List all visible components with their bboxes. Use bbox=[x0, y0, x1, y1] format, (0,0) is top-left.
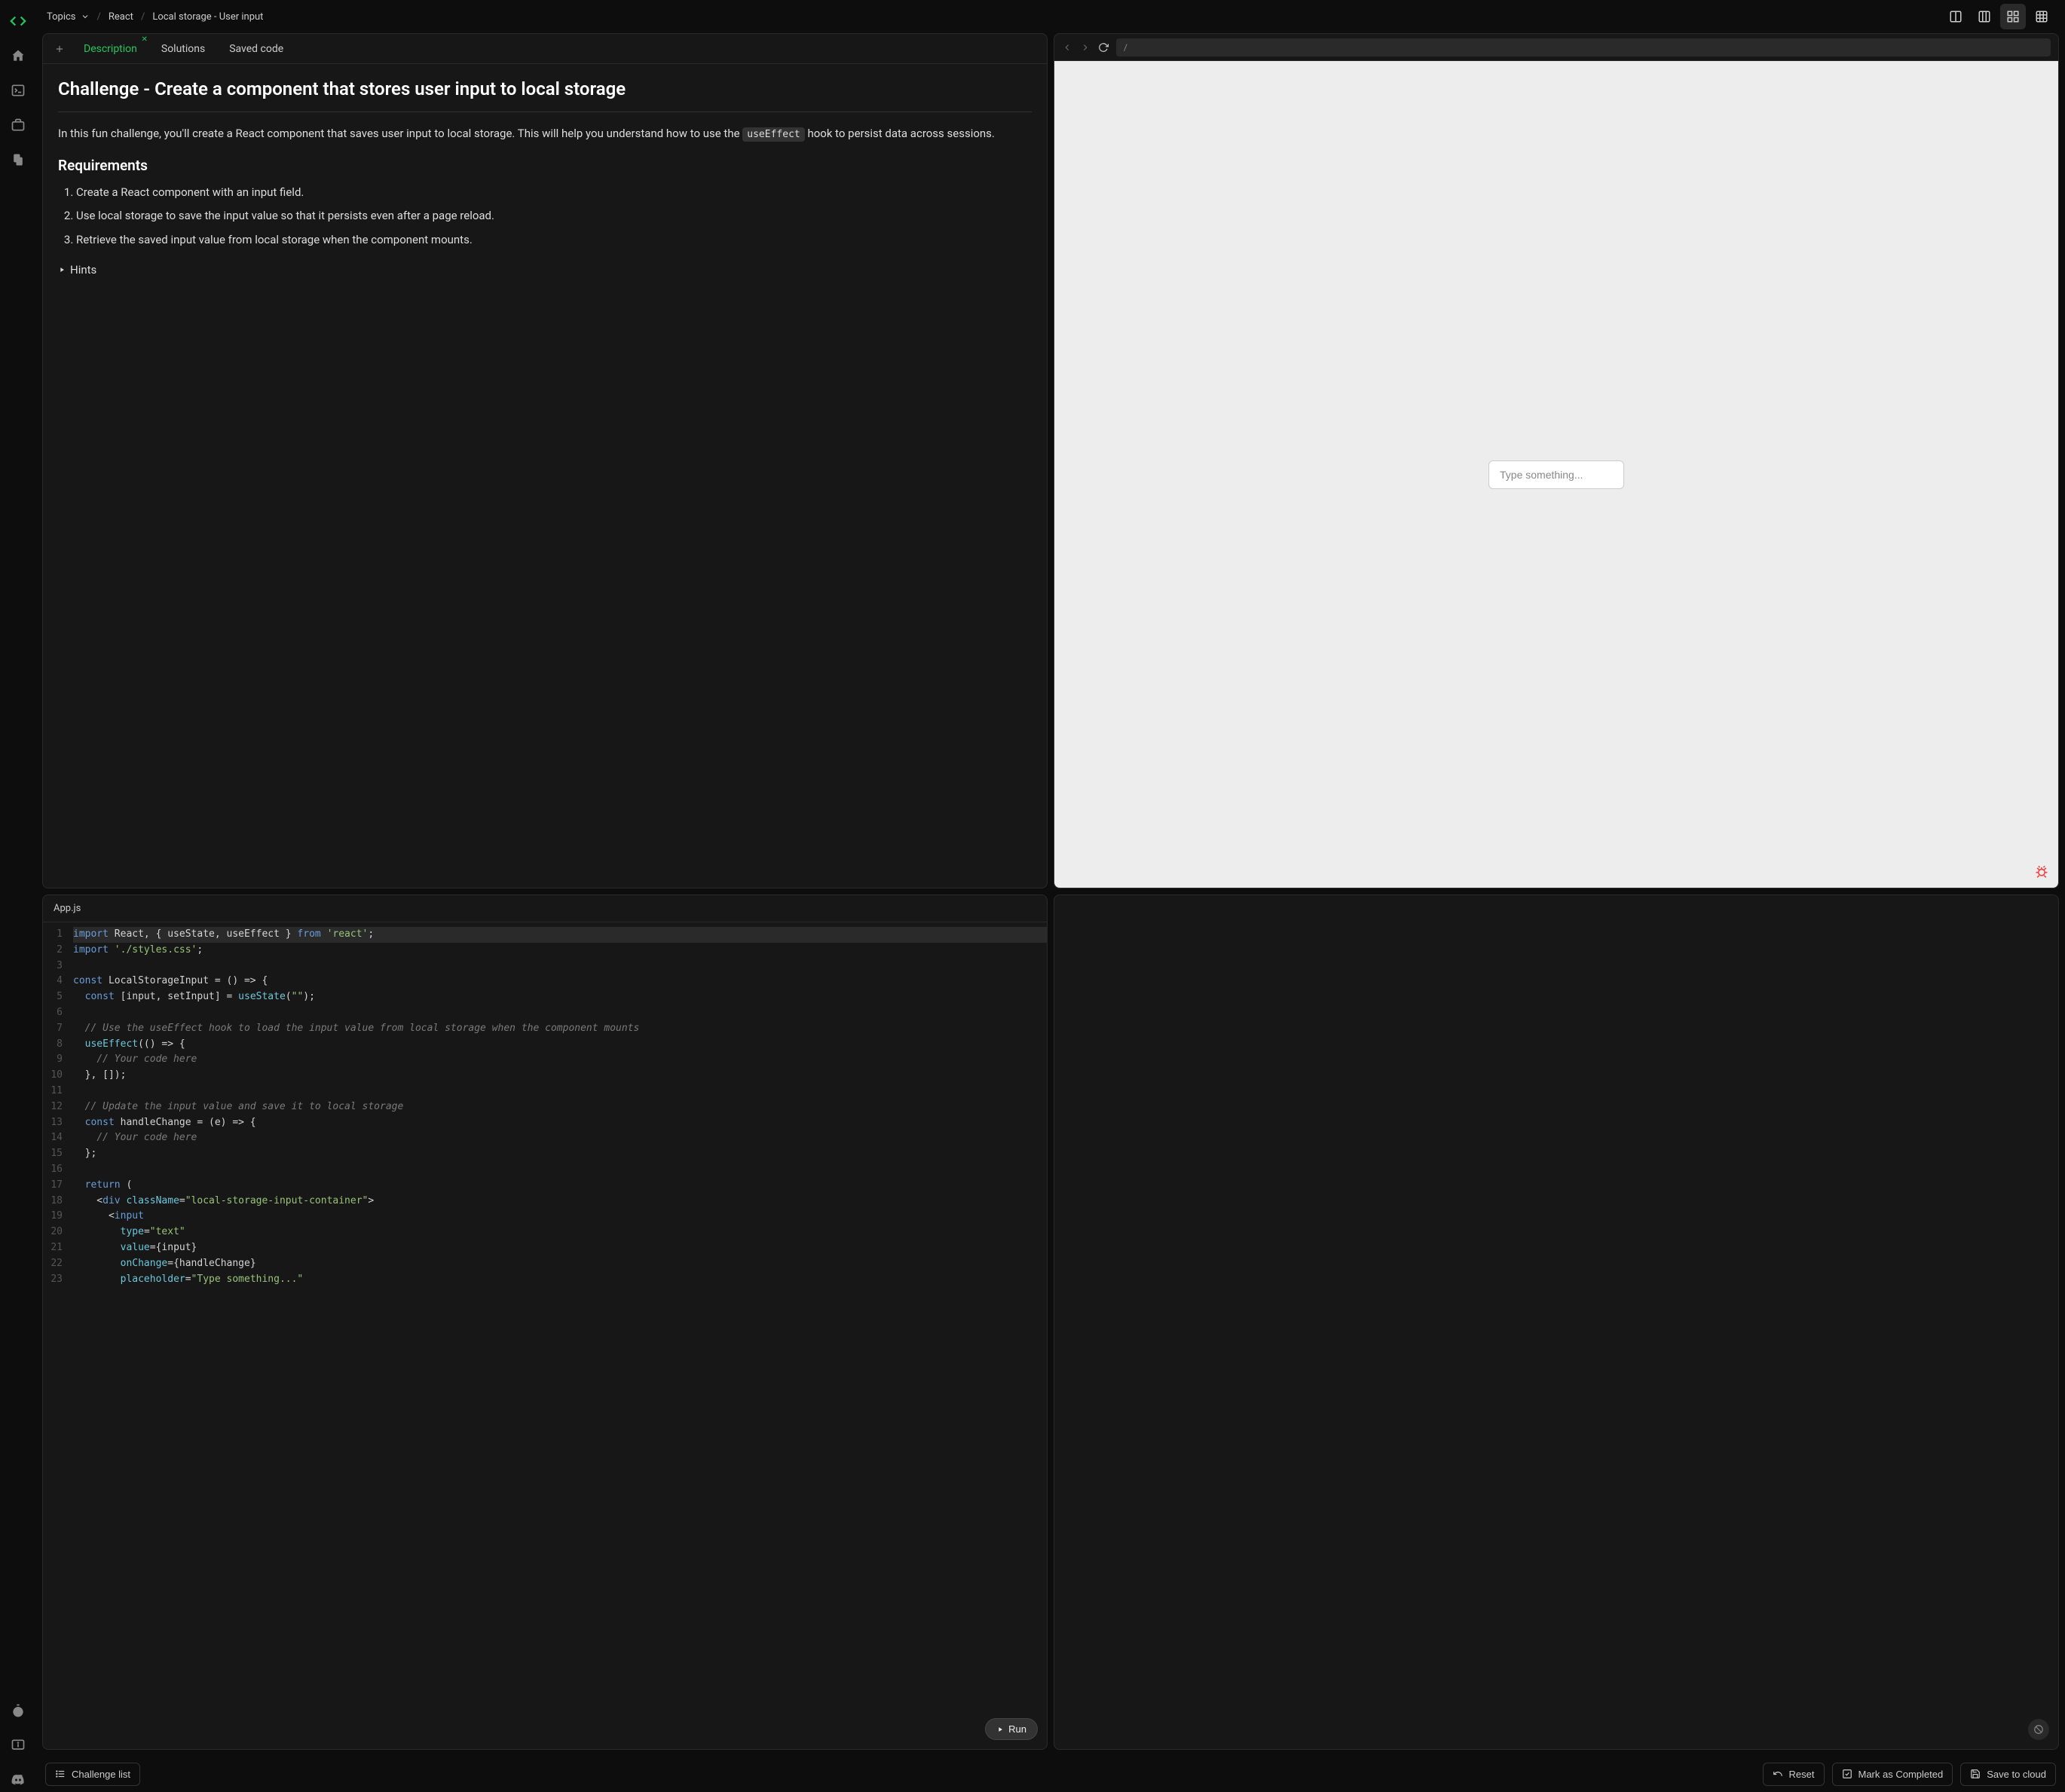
nav-forward-icon[interactable] bbox=[1080, 42, 1091, 53]
mark-completed-button[interactable]: Mark as Completed bbox=[1832, 1763, 1953, 1786]
panels-grid: Description ✕ Solutions Saved code Chall… bbox=[36, 33, 2065, 1756]
code-line: 9 // Your code here bbox=[43, 1052, 1047, 1068]
code-line: 1import React, { useState, useEffect } f… bbox=[43, 927, 1047, 943]
layout-grid-dense-icon[interactable] bbox=[2029, 4, 2054, 29]
tab-solutions[interactable]: Solutions bbox=[151, 37, 216, 61]
breadcrumb-separator: / bbox=[97, 11, 101, 23]
list-item: Create a React component with an input f… bbox=[76, 183, 1032, 203]
list-icon bbox=[55, 1769, 66, 1779]
list-item: Use local storage to save the input valu… bbox=[76, 206, 1032, 226]
challenge-title: Challenge - Create a component that stor… bbox=[58, 78, 1032, 112]
clear-console-button[interactable] bbox=[2028, 1719, 2049, 1740]
home-icon[interactable] bbox=[6, 44, 30, 68]
check-square-icon bbox=[1842, 1769, 1852, 1779]
caret-right-icon bbox=[58, 266, 66, 274]
challenge-intro: In this fun challenge, you'll create a R… bbox=[58, 124, 1032, 143]
add-tab-button[interactable] bbox=[49, 38, 70, 60]
save-icon bbox=[1970, 1769, 1981, 1779]
code-line: 6 bbox=[43, 1005, 1047, 1021]
url-bar[interactable]: / bbox=[1116, 38, 2051, 57]
challenge-list-button[interactable]: Challenge list bbox=[45, 1763, 140, 1786]
layout-single-icon[interactable] bbox=[1943, 4, 1969, 29]
description-panel: Description ✕ Solutions Saved code Chall… bbox=[42, 33, 1048, 888]
breadcrumb-page: Local storage - User input bbox=[152, 11, 263, 23]
preview-input[interactable] bbox=[1488, 460, 1624, 489]
code-line: 22 onChange={handleChange} bbox=[43, 1256, 1047, 1272]
copy-icon[interactable] bbox=[6, 148, 30, 172]
reset-button[interactable]: Reset bbox=[1763, 1763, 1825, 1786]
console-panel bbox=[1054, 894, 2059, 1750]
code-line: 2import './styles.css'; bbox=[43, 943, 1047, 959]
code-line: 23 placeholder="Type something..." bbox=[43, 1272, 1047, 1288]
code-line: 5 const [input, setInput] = useState("")… bbox=[43, 989, 1047, 1005]
hints-toggle[interactable]: Hints bbox=[58, 263, 1032, 277]
refresh-icon[interactable] bbox=[1098, 42, 1109, 53]
breadcrumb-framework[interactable]: React bbox=[109, 11, 133, 23]
breadcrumb-separator: / bbox=[141, 11, 145, 23]
code-line: 21 value={input} bbox=[43, 1240, 1047, 1256]
briefcase-icon[interactable] bbox=[6, 113, 30, 137]
save-cloud-button[interactable]: Save to cloud bbox=[1960, 1763, 2056, 1786]
requirements-heading: Requirements bbox=[58, 157, 1032, 174]
code-line: 14 // Your code here bbox=[43, 1130, 1047, 1146]
inline-code: useEffect bbox=[742, 127, 804, 142]
left-rail bbox=[0, 0, 36, 1792]
list-item: Retrieve the saved input value from loca… bbox=[76, 231, 1032, 250]
topics-label: Topics bbox=[47, 11, 76, 23]
tab-description[interactable]: Description ✕ bbox=[73, 37, 148, 61]
code-editor[interactable]: 1import React, { useState, useEffect } f… bbox=[43, 922, 1047, 1749]
main-area: Topics / React / Local storage - User in… bbox=[36, 0, 2065, 1792]
code-line: 8 useEffect(() => { bbox=[43, 1037, 1047, 1053]
close-icon[interactable]: ✕ bbox=[141, 35, 147, 44]
topics-dropdown[interactable]: Topics bbox=[47, 11, 90, 23]
code-line: 17 return ( bbox=[43, 1178, 1047, 1194]
chevron-down-icon bbox=[81, 12, 90, 21]
run-button[interactable]: Run bbox=[985, 1718, 1038, 1740]
preview-body bbox=[1054, 61, 2058, 888]
terminal-icon[interactable] bbox=[6, 78, 30, 102]
stopwatch-icon[interactable] bbox=[6, 1699, 30, 1723]
nav-back-icon[interactable] bbox=[1062, 42, 1072, 53]
code-line: 16 bbox=[43, 1162, 1047, 1178]
ban-icon bbox=[2033, 1724, 2044, 1735]
discord-icon[interactable] bbox=[6, 1768, 30, 1792]
file-tab[interactable]: App.js bbox=[54, 903, 81, 914]
code-line: 7 // Use the useEffect hook to load the … bbox=[43, 1021, 1047, 1037]
requirements-list: Create a React component with an input f… bbox=[58, 183, 1032, 250]
feedback-icon[interactable] bbox=[6, 1733, 30, 1757]
browser-bar: / bbox=[1054, 34, 2058, 61]
code-line: 18 <div className="local-storage-input-c… bbox=[43, 1194, 1047, 1209]
code-line: 12 // Update the input value and save it… bbox=[43, 1099, 1047, 1115]
file-tabs: App.js bbox=[43, 895, 1047, 922]
layout-columns-icon[interactable] bbox=[1972, 4, 1997, 29]
bottom-bar: Challenge list Reset Mark as Completed S… bbox=[36, 1756, 2065, 1792]
description-content: Challenge - Create a component that stor… bbox=[43, 64, 1047, 888]
undo-icon bbox=[1773, 1769, 1783, 1779]
code-line: 10 }, []); bbox=[43, 1068, 1047, 1084]
code-line: 20 type="text" bbox=[43, 1225, 1047, 1240]
top-bar: Topics / React / Local storage - User in… bbox=[36, 0, 2065, 33]
bug-icon[interactable] bbox=[2034, 864, 2049, 879]
layout-grid-icon[interactable] bbox=[2000, 4, 2026, 29]
desc-tabs: Description ✕ Solutions Saved code bbox=[43, 34, 1047, 64]
code-line: 15 }; bbox=[43, 1146, 1047, 1162]
code-line: 13 const handleChange = (e) => { bbox=[43, 1115, 1047, 1131]
tab-saved-code[interactable]: Saved code bbox=[219, 37, 294, 61]
code-editor-panel: App.js 1import React, { useState, useEff… bbox=[42, 894, 1048, 1750]
code-line: 4const LocalStorageInput = () => { bbox=[43, 974, 1047, 989]
preview-panel: / bbox=[1054, 33, 2059, 888]
logo-icon[interactable] bbox=[6, 9, 30, 33]
code-line: 3 bbox=[43, 959, 1047, 974]
play-icon bbox=[996, 1726, 1004, 1733]
code-line: 19 <input bbox=[43, 1209, 1047, 1225]
code-line: 11 bbox=[43, 1084, 1047, 1099]
